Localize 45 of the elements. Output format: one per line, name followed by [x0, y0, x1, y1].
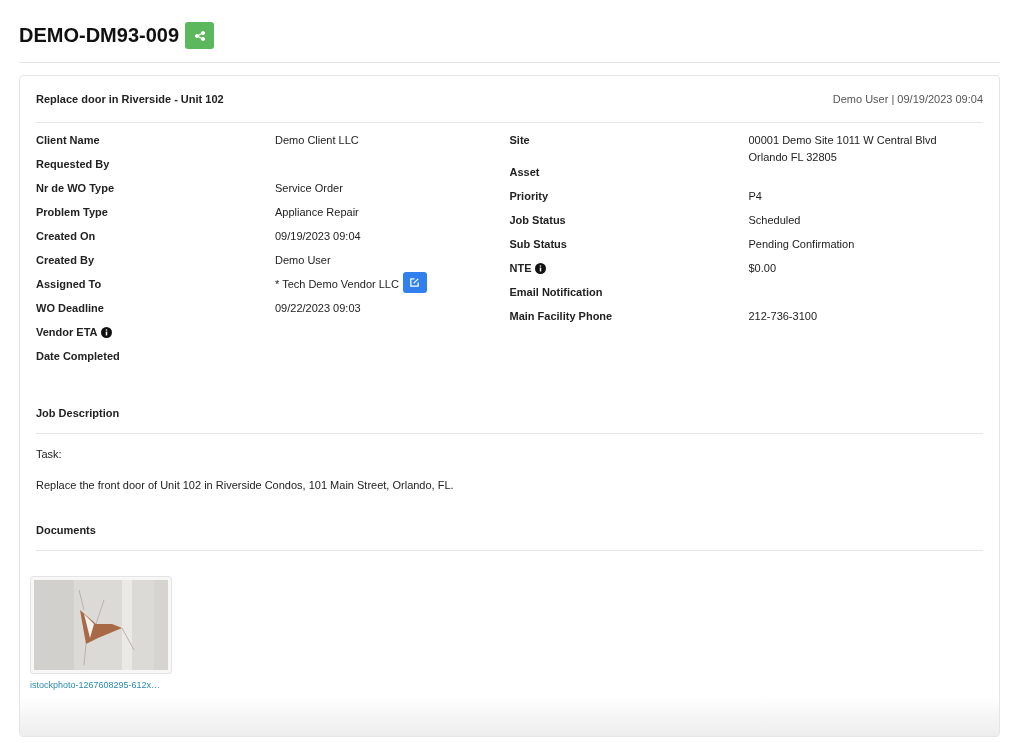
- section-heading: Documents: [36, 524, 983, 551]
- field-label: Main Facility Phone: [509, 310, 613, 322]
- description-text: Replace the front door of Unit 102 in Riverside Condos, 101 Main Street, Orlando, FL.: [36, 479, 455, 491]
- field-label: Created On: [36, 230, 96, 242]
- field-label: Date Completed: [36, 350, 120, 362]
- field-value: Scheduled: [748, 213, 801, 228]
- field-label: Job Status: [509, 214, 566, 226]
- field-value: 00001 Demo Site 1011 W Central Blvd Orlando FL 32805: [748, 133, 938, 165]
- field-label: Site: [509, 134, 530, 146]
- page-title: DEMO-DM93-009: [19, 24, 180, 47]
- field-value: * Tech Demo Vendor LLC: [275, 278, 399, 290]
- field-value: 212-736-3100: [748, 309, 817, 324]
- section-heading: Job Description: [36, 407, 983, 434]
- field-label: Requested By: [36, 158, 110, 170]
- field-label: Email Notification: [509, 286, 603, 298]
- field-value: Demo User: [275, 254, 331, 266]
- field-label: NTE: [509, 262, 532, 274]
- info-icon[interactable]: [100, 327, 112, 338]
- info-icon[interactable]: [534, 263, 546, 274]
- edit-button[interactable]: [402, 272, 427, 293]
- file-link[interactable]: istockphoto-1267608295-612x…: [30, 680, 172, 690]
- share-icon: [194, 30, 205, 41]
- field-label: Problem Type: [36, 206, 108, 218]
- field-label: Created By: [36, 254, 95, 266]
- field-label: Assigned To: [36, 278, 102, 290]
- description-text: Task:: [36, 448, 63, 460]
- share-button[interactable]: [185, 22, 215, 49]
- field-label: Client Name: [36, 134, 100, 146]
- field-label: Sub Status: [509, 238, 567, 250]
- created-info: Demo User | 09/19/2023 09:04: [832, 93, 983, 105]
- field-label: Vendor ETA: [36, 326, 98, 338]
- field-value: Appliance Repair: [275, 206, 359, 218]
- field-value: 09/22/2023 09:03: [275, 302, 361, 314]
- field-value: Pending Confirmation: [748, 237, 855, 252]
- edit-icon: [409, 277, 421, 288]
- work-order-title: Replace door in Riverside - Unit 102: [36, 93, 224, 105]
- field-value: $0.00: [748, 261, 777, 276]
- field-label: Asset: [509, 166, 540, 178]
- field-label: Nr de WO Type: [36, 182, 115, 194]
- field-value: Service Order: [275, 182, 343, 194]
- field-value: 09/19/2023 09:04: [275, 230, 361, 242]
- field-label: Priority: [509, 190, 548, 202]
- field-value: P4: [748, 189, 762, 204]
- field-value: Demo Client LLC: [275, 134, 359, 146]
- field-label: WO Deadline: [36, 302, 104, 314]
